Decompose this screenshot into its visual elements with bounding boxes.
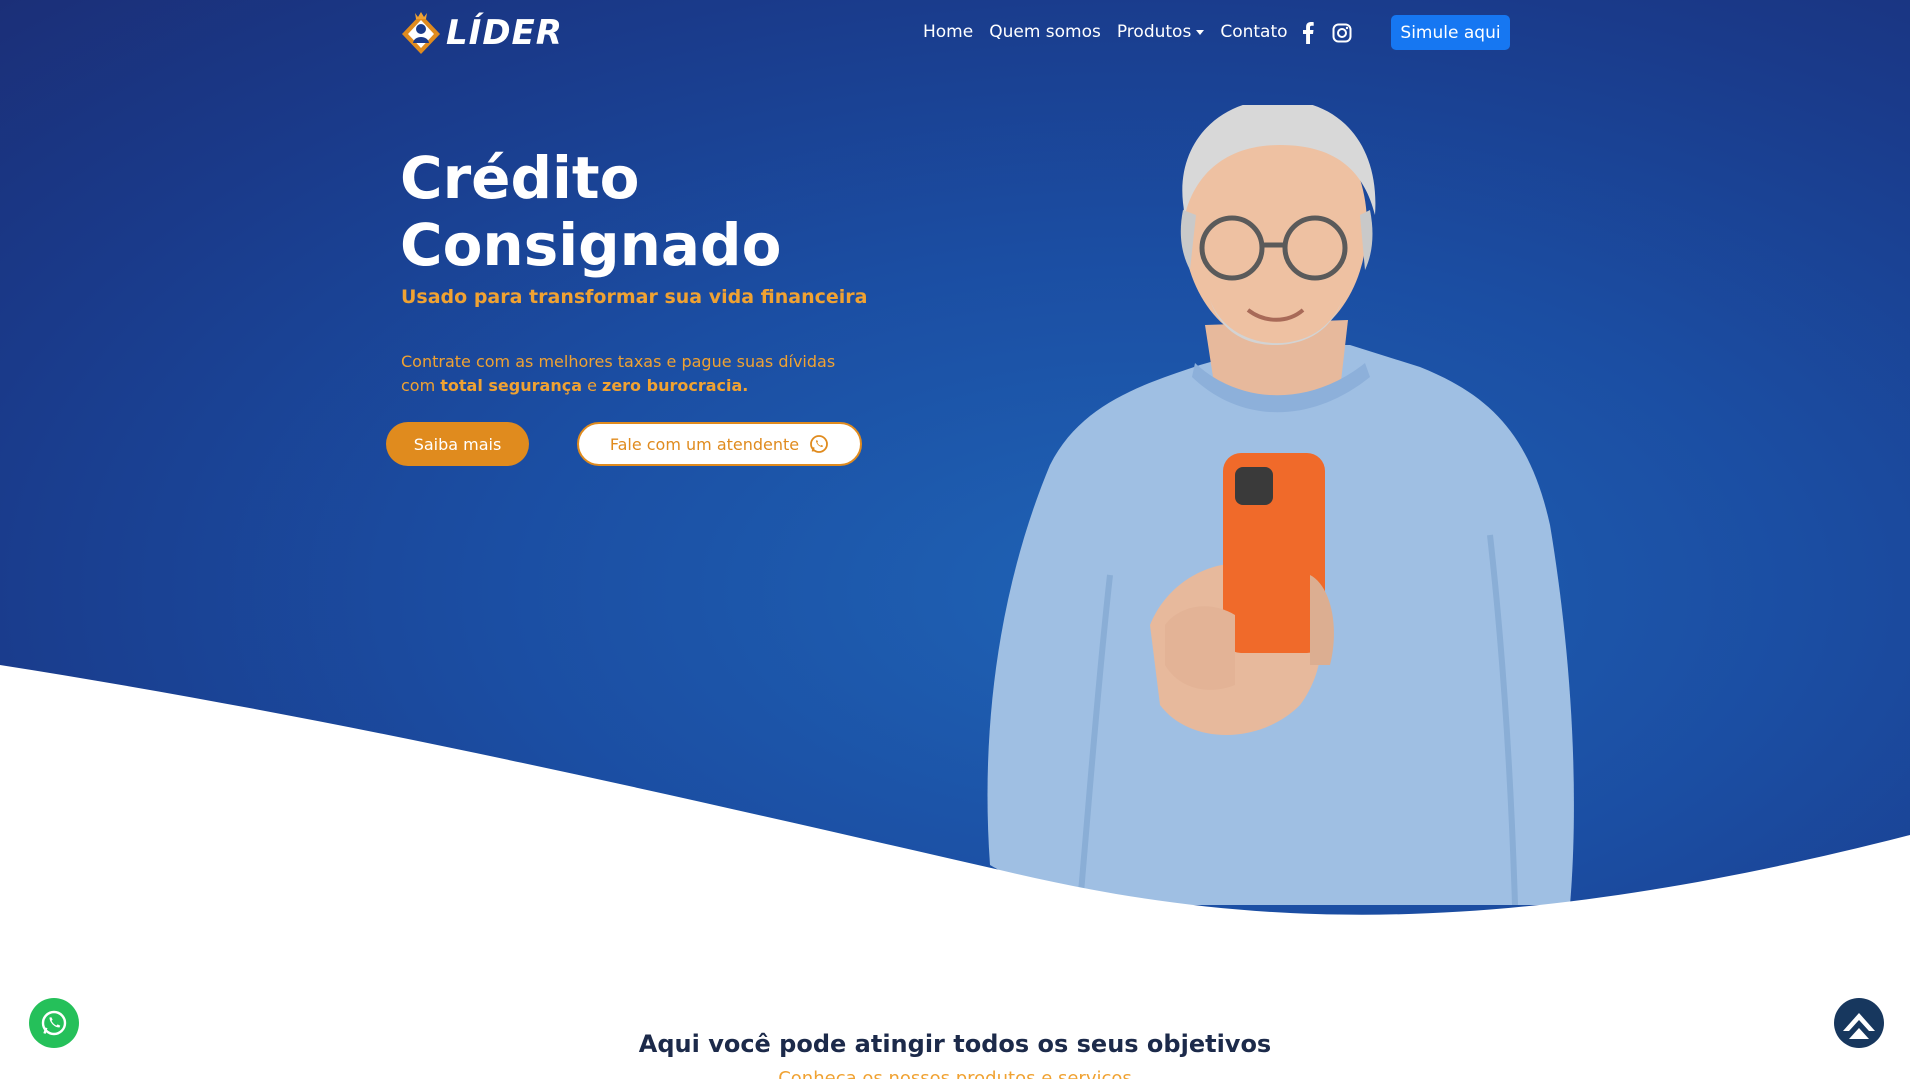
hero-desc-bold2: zero burocracia. [602,376,749,395]
brand-name: LÍDER [446,13,563,53]
whatsapp-icon [41,1010,67,1036]
nav-quem-somos[interactable]: Quem somos [989,22,1101,42]
facebook-icon[interactable] [1296,20,1320,46]
chevron-up-icon [1843,1013,1875,1039]
section-subtitle: Conheça os nossos produtos e serviços [778,1068,1132,1079]
hero-title: Crédito Consignado [400,145,880,279]
brand-logo[interactable]: LÍDER [400,10,563,56]
back-to-top-button[interactable] [1834,998,1884,1048]
nav-produtos-dropdown[interactable]: Produtos [1117,22,1204,42]
hero-wave-divider [0,665,1910,985]
hero-desc-part2: e [581,376,602,395]
section-title: Aqui você pode atingir todos os seus obj… [638,1030,1272,1058]
hero-title-line1: Crédito [400,144,640,212]
hero-subtitle: Usado para transformar sua vida financei… [401,286,868,308]
whatsapp-outline-icon [810,435,829,453]
fale-atendente-label: Fale com um atendente [609,434,800,454]
hero-section: LÍDER Home Quem somos Produtos Contato S… [0,0,1910,985]
instagram-icon[interactable] [1330,20,1354,46]
logo-diamond-icon [402,12,440,54]
saiba-mais-button[interactable]: Saiba mais [386,422,529,466]
simule-aqui-button[interactable]: Simule aqui [1391,15,1510,50]
nav-home[interactable]: Home [923,22,973,42]
nav-menu: Home Quem somos Produtos Contato [923,22,1304,42]
fale-atendente-button[interactable]: Fale com um atendente [577,422,862,466]
hero-description: Contrate com as melhores taxas e pague s… [401,350,861,398]
top-navbar: LÍDER Home Quem somos Produtos Contato S… [0,0,1910,70]
whatsapp-float-button[interactable] [29,998,79,1048]
hero-desc-bold1: total segurança [440,376,582,395]
hero-title-line2: Consignado [400,211,782,279]
nav-contato[interactable]: Contato [1220,22,1287,42]
